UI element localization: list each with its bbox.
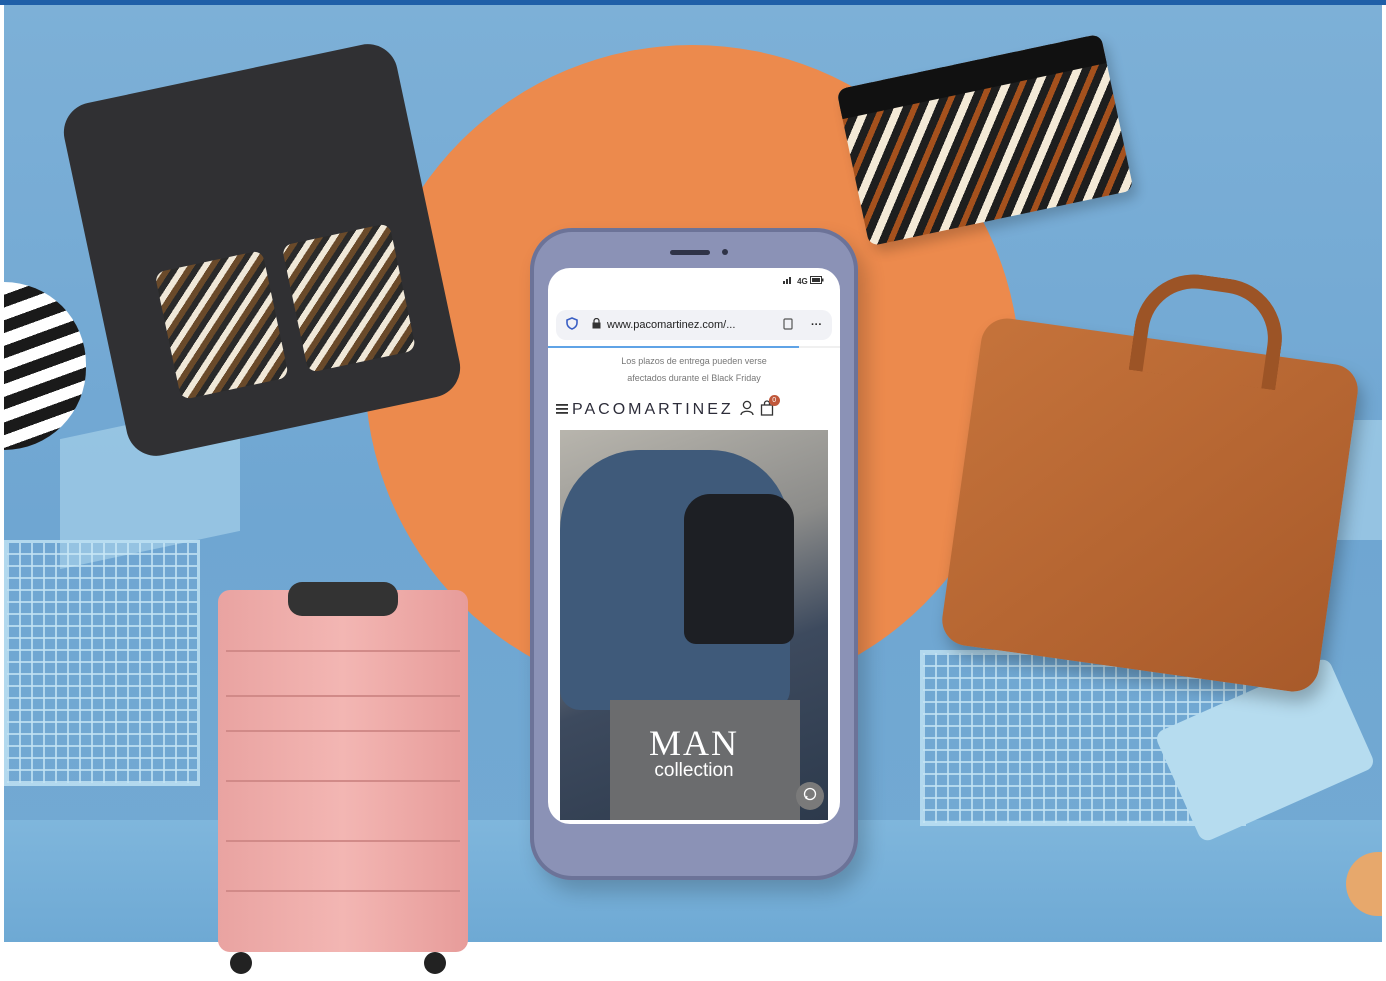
notice-line: Los plazos de entrega pueden verse bbox=[621, 356, 767, 366]
suitcase-ridge bbox=[226, 780, 460, 782]
hero-subtitle: collection bbox=[654, 760, 734, 781]
promo-scene: 4G www.pacomartinez.com/... ··· Los plaz… bbox=[0, 0, 1386, 981]
hamburger-menu-icon[interactable] bbox=[556, 401, 568, 419]
status-bar: 4G bbox=[782, 276, 824, 286]
cart-count-badge: 0 bbox=[768, 394, 780, 406]
suitcase-ridge bbox=[226, 650, 460, 652]
page-load-progress bbox=[548, 346, 840, 348]
browser-address-bar[interactable]: www.pacomartinez.com/... ··· bbox=[556, 310, 832, 340]
site-header: PACOMARTINEZ 0 bbox=[556, 394, 832, 422]
signal-icon bbox=[782, 276, 795, 286]
browser-menu-button[interactable]: ··· bbox=[811, 319, 822, 331]
suitcase-ridge bbox=[226, 695, 460, 697]
suitcase-ridge bbox=[226, 840, 460, 842]
delivery-notice: Los plazos de entrega pueden verse afect… bbox=[558, 353, 830, 387]
shopping-cart-left bbox=[4, 540, 200, 786]
leather-backpack bbox=[938, 266, 1362, 695]
shield-icon[interactable] bbox=[566, 317, 578, 333]
network-label: 4G bbox=[797, 277, 808, 286]
user-icon[interactable] bbox=[739, 400, 754, 421]
phone-camera bbox=[722, 249, 728, 255]
lock-icon bbox=[592, 317, 601, 332]
hero-backpack bbox=[684, 494, 794, 644]
battery-icon bbox=[810, 276, 824, 286]
url-text[interactable]: www.pacomartinez.com/... bbox=[607, 319, 777, 331]
suitcase-wheel bbox=[230, 952, 252, 974]
brand-logo[interactable]: PACOMARTINEZ bbox=[572, 401, 734, 419]
suitcase-handle bbox=[288, 582, 398, 616]
hero-title: MAN bbox=[648, 723, 739, 763]
woven-pocket bbox=[281, 222, 417, 374]
suitcase-wheel bbox=[424, 952, 446, 974]
hero-banner[interactable]: MAN collection bbox=[560, 430, 828, 820]
phone-speaker bbox=[670, 250, 710, 255]
chat-icon bbox=[803, 787, 817, 806]
suitcase-ridge bbox=[226, 730, 460, 732]
smartphone: 4G www.pacomartinez.com/... ··· Los plaz… bbox=[530, 228, 858, 880]
shopping-bag-icon[interactable]: 0 bbox=[760, 394, 780, 421]
chat-button[interactable] bbox=[796, 782, 824, 810]
tabs-icon[interactable] bbox=[783, 317, 793, 333]
phone-screen: 4G www.pacomartinez.com/... ··· Los plaz… bbox=[548, 268, 840, 824]
notice-line: afectados durante el Black Friday bbox=[627, 373, 761, 383]
suitcase-ridge bbox=[226, 890, 460, 892]
woven-pocket bbox=[154, 250, 290, 401]
pink-suitcase bbox=[218, 582, 468, 974]
